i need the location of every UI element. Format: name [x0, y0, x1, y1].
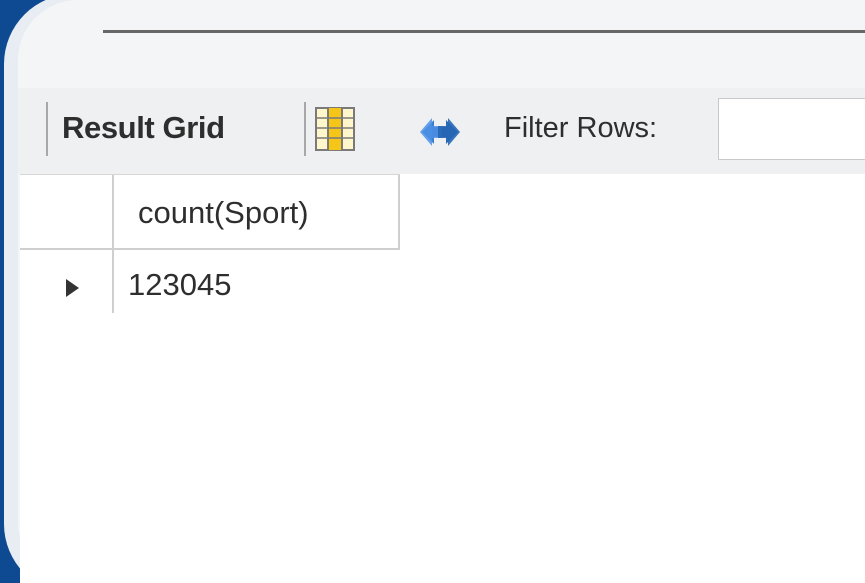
row-selector[interactable] [20, 249, 114, 313]
screenshot-stage: Result Grid Filter Rows: count(Sport) 12… [0, 0, 865, 583]
grid-header-row: count(Sport) [20, 174, 400, 250]
table-cell[interactable]: 123045 [128, 267, 231, 303]
result-grid: count(Sport) 123045 [20, 174, 865, 583]
row-pointer-icon [66, 279, 79, 297]
result-grid-tab[interactable]: Result Grid [62, 110, 225, 146]
grid-toggle-icon[interactable] [314, 106, 356, 152]
filter-rows-input[interactable] [718, 98, 865, 160]
grid-corner-cell[interactable] [20, 175, 114, 248]
toolbar-separator [46, 102, 48, 156]
column-header-label: count(Sport) [138, 195, 309, 230]
refresh-icon[interactable] [414, 110, 466, 154]
column-header-count-sport[interactable]: count(Sport) [114, 175, 400, 248]
toolbar-separator [304, 102, 306, 156]
panel-splitter[interactable] [103, 30, 865, 33]
table-row[interactable]: 123045 [20, 249, 400, 313]
filter-rows-label: Filter Rows: [504, 112, 658, 144]
